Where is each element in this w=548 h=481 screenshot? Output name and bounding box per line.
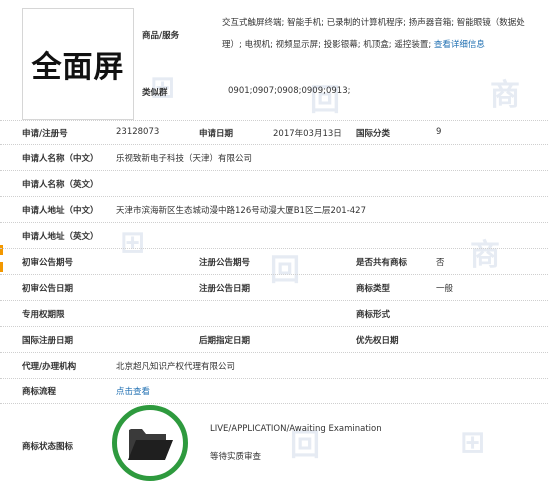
divider	[0, 378, 548, 379]
trademark-text: 全面屏	[31, 50, 125, 85]
goods-services-label: 商品/服务	[142, 31, 180, 41]
divider	[0, 274, 548, 275]
address-cn-value: 天津市滨海新区生态城动漫中路126号动漫大厦B1区二层201-427	[116, 206, 366, 216]
similar-group-value: 0901;0907;0908;0909;0913;	[228, 86, 351, 96]
intl-reg-date-label: 国际注册日期	[22, 336, 74, 346]
applicant-cn-value: 乐视致新电子科技（天津）有限公司	[116, 154, 253, 164]
status-icon-ring	[112, 405, 188, 481]
divider	[0, 403, 548, 404]
tm-type-label: 商标类型	[356, 284, 391, 294]
divider	[0, 196, 548, 197]
trademark-image: 全面屏	[22, 8, 134, 120]
divider	[0, 248, 548, 249]
divider	[0, 300, 548, 301]
address-en-label: 申请人地址（英文）	[22, 232, 99, 242]
applicant-cn-label: 申请人名称（中文）	[22, 154, 99, 164]
applicant-en-label: 申请人名称（英文）	[22, 180, 99, 190]
shared-label: 是否共有商标	[356, 258, 408, 268]
reg-pub-date-label: 注册公告日期	[199, 284, 251, 294]
exclusive-period-label: 专用权期限	[22, 310, 65, 320]
status-icon-label: 商标状态图标	[22, 442, 74, 452]
divider	[0, 120, 548, 121]
prelim-pub-no-label: 初审公告期号	[22, 258, 74, 268]
tm-type-value: 一般	[436, 284, 454, 294]
priority-date-label: 优先权日期	[356, 336, 399, 346]
later-designation-label: 后期指定日期	[199, 336, 251, 346]
watermark: 商	[490, 78, 520, 113]
status-en: LIVE/APPLICATION/Awaiting Examination	[210, 424, 382, 434]
divider	[0, 326, 548, 327]
watermark: 回	[270, 253, 300, 288]
reg-no-label: 申请/注册号	[22, 129, 68, 139]
side-marker	[0, 262, 3, 272]
app-date-label: 申请日期	[199, 129, 234, 139]
watermark: ⊞	[460, 425, 486, 460]
intl-class-label: 国际分类	[356, 129, 391, 139]
reg-pub-no-label: 注册公告期号	[199, 258, 251, 268]
folder-icon	[128, 429, 173, 460]
watermark: 回	[310, 83, 340, 118]
process-link[interactable]: 点击查看	[116, 385, 150, 397]
side-marker	[0, 245, 3, 255]
divider	[0, 222, 548, 223]
tm-form-label: 商标形式	[356, 310, 391, 320]
agent-value: 北京超凡知识产权代理有限公司	[116, 362, 236, 372]
view-details-link[interactable]: 查看详细信息	[434, 40, 485, 50]
similar-group-label: 类似群	[142, 88, 168, 98]
intl-class-value: 9	[436, 127, 442, 137]
divider	[0, 352, 548, 353]
status-cn: 等待实质审查	[210, 452, 262, 462]
watermark: ⊞	[120, 225, 146, 260]
divider	[0, 144, 548, 145]
prelim-pub-date-label: 初审公告日期	[22, 284, 74, 294]
divider	[0, 170, 548, 171]
app-date-value: 2017年03月13日	[273, 129, 342, 139]
agent-label: 代理/办理机构	[22, 362, 77, 372]
process-label: 商标流程	[22, 387, 57, 397]
shared-value: 否	[436, 258, 445, 268]
address-cn-label: 申请人地址（中文）	[22, 206, 99, 216]
reg-no-value: 23128073	[116, 127, 160, 137]
watermark: 商	[470, 238, 500, 273]
goods-services: 交互式触屏终端; 智能手机; 已录制的计算机程序; 扬声器音箱; 智能眼镜（数据…	[222, 12, 542, 56]
